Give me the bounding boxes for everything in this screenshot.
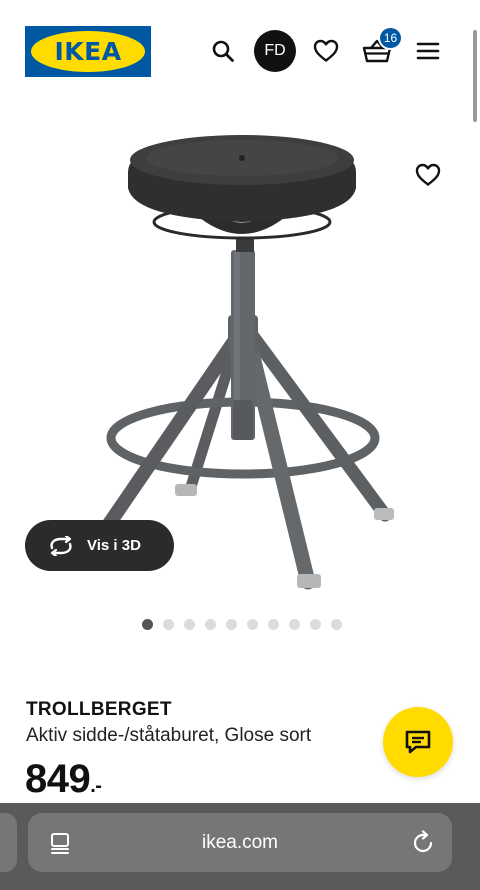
chat-button[interactable] [383,707,453,777]
carousel-dot[interactable] [331,619,342,630]
price-suffix: .- [90,775,102,797]
product-name: TROLLBERGET [26,699,172,720]
price-value: 849 [25,757,91,801]
add-to-favorites-heart-icon[interactable] [413,160,443,190]
product-description: Aktiv sidde-/ståtaburet, Glose sort [26,725,312,746]
menu-icon[interactable] [415,40,441,62]
carousel-dot[interactable] [310,619,321,630]
user-avatar[interactable]: FD [254,30,296,72]
carousel-dot[interactable] [268,619,279,630]
search-icon[interactable] [210,38,236,64]
previous-tab-peek[interactable] [0,813,17,872]
cart-count-badge: 16 [378,26,403,50]
url-text[interactable]: ikea.com [28,813,452,872]
carousel-dot[interactable] [289,619,300,630]
view-in-3d-button[interactable]: Vis i 3D [25,520,174,571]
carousel-dot[interactable] [205,619,216,630]
carousel-dot[interactable] [226,619,237,630]
view-in-3d-label: Vis i 3D [87,537,141,554]
rotate-3d-icon [50,535,72,556]
product-price: 849.- [25,757,102,802]
ikea-logo[interactable]: IKEA [25,26,151,77]
carousel-dot[interactable] [163,619,174,630]
heart-icon[interactable] [312,38,340,64]
carousel-dot[interactable] [247,619,258,630]
chat-icon [405,730,431,754]
browser-toolbar: ikea.com [0,803,480,890]
logo-text: IKEA [54,37,122,66]
address-bar[interactable]: ikea.com [28,813,452,872]
carousel-dots [142,619,342,630]
site-header: IKEA FD 16 [0,0,480,100]
reload-icon[interactable] [410,830,436,856]
carousel-dot[interactable] [184,619,195,630]
product-page: IKEA FD 16 Vis i 3D TROLLBERGET Aktiv si… [0,0,480,890]
carousel-dot[interactable] [142,619,153,630]
